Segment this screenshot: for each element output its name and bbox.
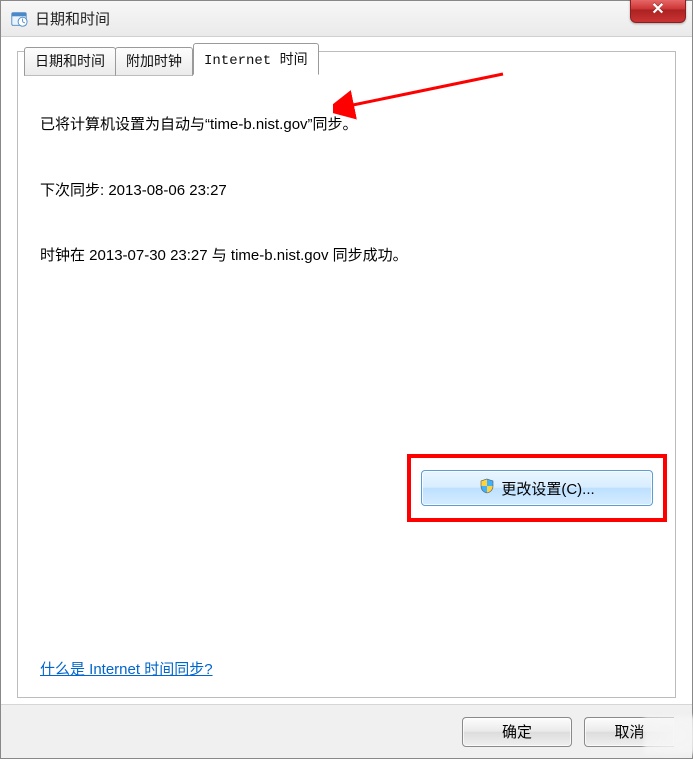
dialog-footer: 确定 取消 [1,704,692,758]
ok-button[interactable]: 确定 [462,717,572,747]
titlebar[interactable]: 日期和时间 ✕ [1,1,692,37]
internet-time-panel: 已将计算机设置为自动与“time-b.nist.gov”同步。 下次同步: 20… [18,74,675,697]
tabs-row: 日期和时间 附加时钟 Internet 时间 [24,45,319,75]
tab-additional-clocks[interactable]: 附加时钟 [115,47,193,76]
cancel-button[interactable]: 取消 [584,717,674,747]
last-sync-text: 时钟在 2013-07-30 23:27 与 time-b.nist.gov 同… [40,243,653,269]
tab-internet-time[interactable]: Internet 时间 [193,43,319,75]
change-settings-button[interactable]: 更改设置(C)... [421,470,653,506]
shield-icon [479,478,495,498]
next-sync-text: 下次同步: 2013-08-06 23:27 [40,178,653,204]
datetime-dialog: 日期和时间 ✕ 日期和时间 附加时钟 Internet 时间 已将计算机设置为自… [0,0,693,759]
sync-status-text: 已将计算机设置为自动与“time-b.nist.gov”同步。 [40,112,653,138]
annotation-highlight-box: 更改设置(C)... [407,454,667,522]
tab-date-time[interactable]: 日期和时间 [24,47,116,76]
datetime-app-icon [9,9,29,29]
tab-container: 日期和时间 附加时钟 Internet 时间 已将计算机设置为自动与“time-… [17,51,676,698]
close-button[interactable]: ✕ [630,0,686,23]
change-settings-label: 更改设置(C)... [501,478,594,499]
help-link-internet-time[interactable]: 什么是 Internet 时间同步? [40,658,213,679]
window-title: 日期和时间 [35,8,110,29]
close-icon: ✕ [651,2,664,18]
